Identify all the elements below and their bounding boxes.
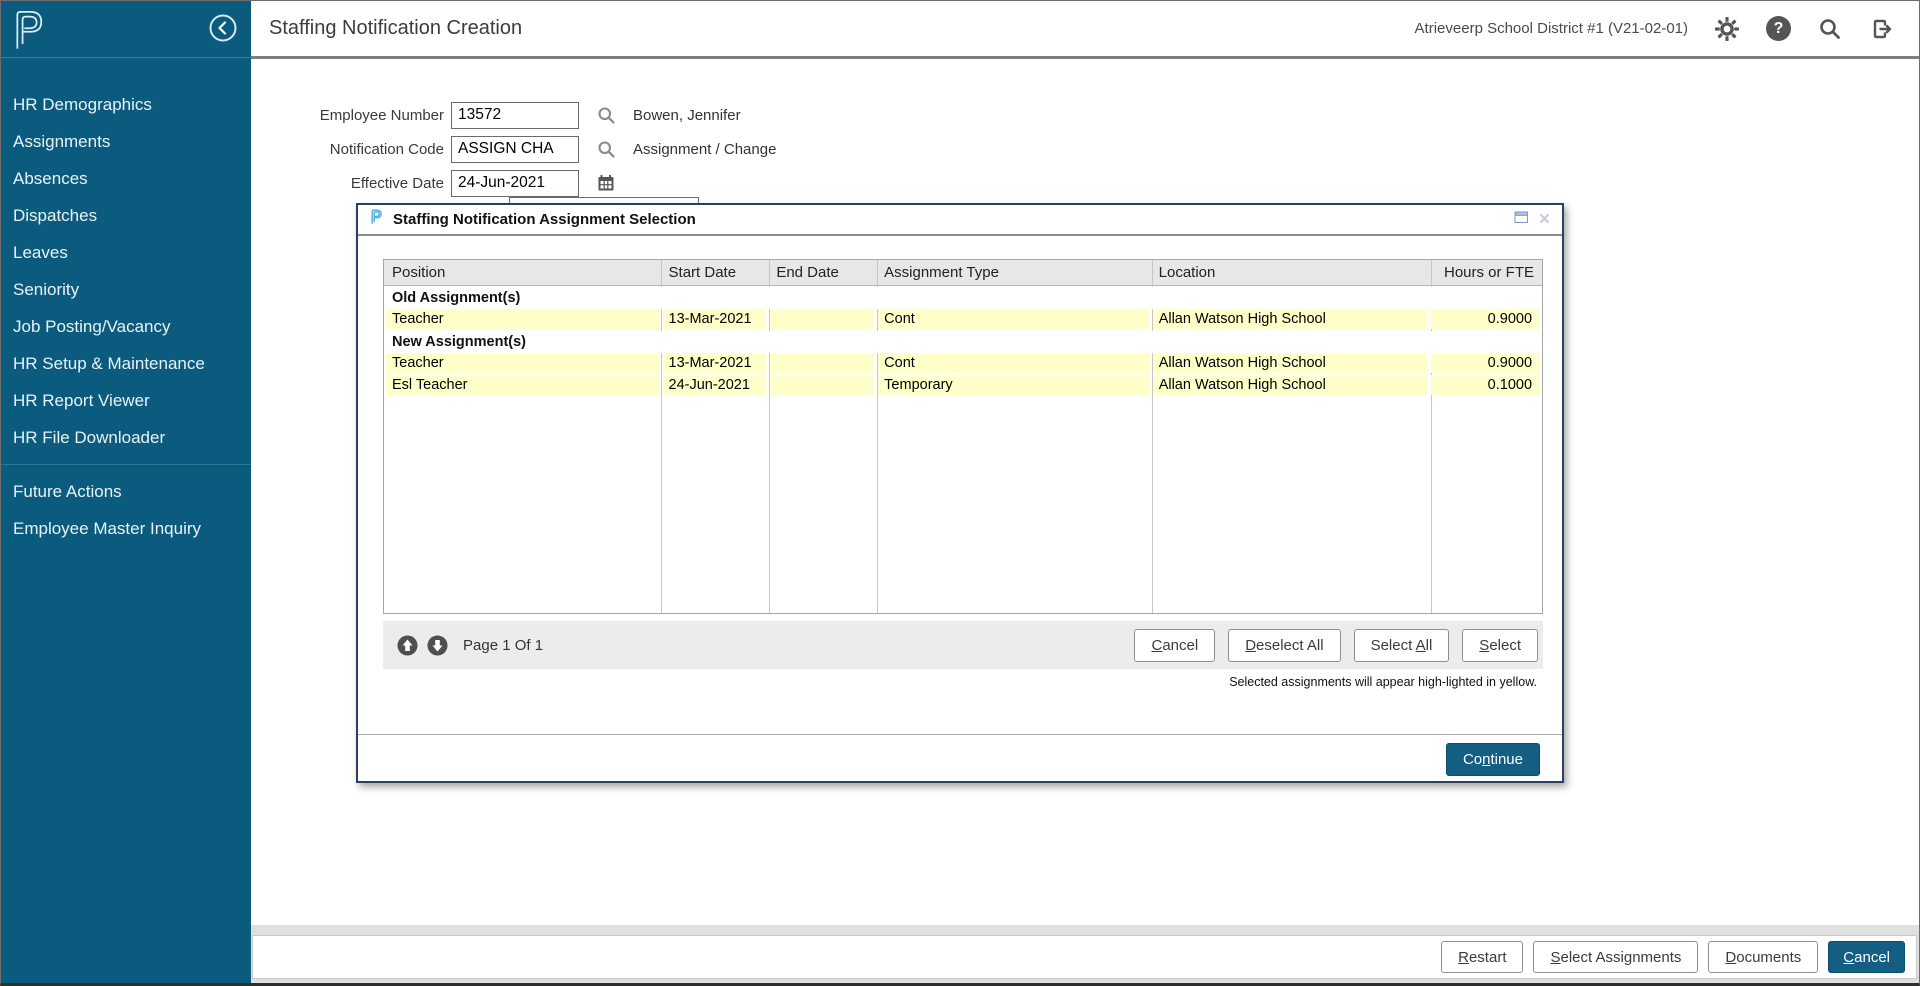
effective-date-label: Effective Date (251, 175, 451, 192)
table-cell: Temporary (876, 375, 1151, 395)
effective-date-input[interactable] (451, 170, 579, 197)
table-cell (768, 353, 876, 373)
sidebar-item-hr-file-downloader[interactable]: HR File Downloader (1, 419, 251, 456)
sidebar-item-seniority[interactable]: Seniority (1, 271, 251, 308)
sidebar-item-assignments[interactable]: Assignments (1, 123, 251, 160)
column-header-end-date: End Date (768, 260, 876, 285)
bottom-region: Restart Select Assignments Documents Can… (251, 925, 1919, 983)
deselect-all-button[interactable]: Deselect All (1228, 629, 1340, 662)
column-header-hours-fte: Hours or FTE (1429, 260, 1542, 285)
sidebar-item-dispatches[interactable]: Dispatches (1, 197, 251, 234)
sidebar-item-absences[interactable]: Absences (1, 160, 251, 197)
selection-hint: Selected assignments will appear high-li… (1229, 675, 1537, 689)
notification-code-label: Notification Code (251, 141, 451, 158)
notification-code-input[interactable] (451, 136, 579, 163)
table-header-row: Position Start Date End Date Assignment … (384, 260, 1542, 286)
page-down-icon[interactable] (427, 635, 448, 656)
page-title: Staffing Notification Creation (269, 1, 522, 56)
employee-number-input[interactable] (451, 102, 579, 129)
sidebar-item-leaves[interactable]: Leaves (1, 234, 251, 271)
table-cell: 24-Jun-2021 (661, 375, 769, 395)
sidebar-item-future-actions[interactable]: Future Actions (1, 473, 251, 510)
table-cell: Cont (876, 309, 1151, 329)
table-cell: Allan Watson High School (1151, 353, 1430, 373)
table-row[interactable]: Esl Teacher24-Jun-2021 TemporaryAllan Wat… (384, 375, 1542, 395)
sidebar-item-hr-demographics[interactable]: HR Demographics (1, 86, 251, 123)
table-group-header: Old Assignment(s) (384, 287, 1542, 309)
column-header-start-date: Start Date (661, 260, 769, 285)
dialog-footer: Continue (358, 734, 1562, 781)
cancel-workflow-button[interactable]: Cancel (1828, 941, 1905, 973)
table-row[interactable]: Teacher13-Mar-2021 ContAllan Watson High … (384, 309, 1542, 329)
table-cell: 13-Mar-2021 (661, 309, 769, 329)
documents-button[interactable]: Documents (1708, 941, 1818, 973)
sidebar-nav: HR Demographics Assignments Absences Dis… (1, 58, 251, 547)
select-button[interactable]: Select (1462, 629, 1538, 662)
table-group-header: New Assignment(s) (384, 331, 1542, 353)
header: Staffing Notification Creation Atrieveer… (251, 1, 1919, 59)
table-cell: Teacher (384, 353, 661, 373)
table-cell: Teacher (384, 309, 661, 329)
column-header-position: Position (384, 260, 661, 285)
pagination-bar: Page 1 Of 1 Cancel Deselect All Select A… (383, 621, 1543, 669)
calendar-icon[interactable] (596, 173, 616, 193)
select-assignments-button[interactable]: Select Assignments (1533, 941, 1698, 973)
gear-icon[interactable] (1714, 16, 1740, 42)
dialog-title: Staffing Notification Assignment Selecti… (393, 211, 1514, 228)
table-cell: 0.1000 (1429, 375, 1542, 395)
table-row[interactable]: Teacher13-Mar-2021 ContAllan Watson High … (384, 353, 1542, 373)
search-icon[interactable] (1817, 16, 1843, 42)
continue-button[interactable]: Continue (1446, 743, 1540, 776)
table-cell: Allan Watson High School (1151, 309, 1430, 329)
employee-name-label: Bowen, Jennifer (633, 107, 741, 124)
app-window: HR Demographics Assignments Absences Dis… (0, 0, 1920, 986)
assignment-selection-dialog: Staffing Notification Assignment Selecti… (356, 203, 1564, 783)
sidebar-item-hr-setup[interactable]: HR Setup & Maintenance (1, 345, 251, 382)
notification-code-search-icon[interactable] (596, 139, 617, 160)
notification-desc-label: Assignment / Change (633, 141, 776, 158)
page-indicator: Page 1 Of 1 (463, 637, 543, 654)
powerschool-small-logo-icon (370, 209, 383, 230)
action-bar: Restart Select Assignments Documents Can… (252, 935, 1917, 979)
table-cell: Esl Teacher (384, 375, 661, 395)
table-cell: Cont (876, 353, 1151, 373)
table-cell: 13-Mar-2021 (661, 353, 769, 373)
district-label: Atrieveerp School District #1 (V21-02-01… (1415, 20, 1688, 37)
page-up-icon[interactable] (397, 635, 418, 656)
maximize-icon[interactable] (1514, 210, 1529, 230)
table-cell (768, 309, 876, 329)
help-icon[interactable] (1766, 16, 1791, 41)
powerschool-logo-icon (11, 9, 47, 56)
sidebar-divider (1, 464, 251, 465)
sidebar-header (1, 1, 251, 58)
column-header-location: Location (1151, 260, 1430, 285)
employee-search-icon[interactable] (596, 105, 617, 126)
table-cell (768, 375, 876, 395)
employee-number-label: Employee Number (251, 107, 451, 124)
sidebar-item-hr-report-viewer[interactable]: HR Report Viewer (1, 382, 251, 419)
table-cell: 0.9000 (1429, 353, 1542, 373)
dialog-titlebar: Staffing Notification Assignment Selecti… (358, 205, 1562, 236)
sidebar: HR Demographics Assignments Absences Dis… (1, 1, 251, 983)
sidebar-item-job-posting[interactable]: Job Posting/Vacancy (1, 308, 251, 345)
restart-button[interactable]: Restart (1441, 941, 1523, 973)
assignment-table-rows: Old Assignment(s)Teacher13-Mar-2021ContA… (384, 287, 1542, 397)
sidebar-item-employee-master-inquiry[interactable]: Employee Master Inquiry (1, 510, 251, 547)
sidebar-collapse-button[interactable] (208, 13, 238, 48)
column-header-assignment-type: Assignment Type (876, 260, 1151, 285)
logout-icon[interactable] (1869, 16, 1895, 42)
select-all-button[interactable]: Select All (1354, 629, 1450, 662)
cancel-button[interactable]: Cancel (1134, 629, 1215, 662)
table-cell: Allan Watson High School (1151, 375, 1430, 395)
close-icon[interactable] (1539, 213, 1550, 227)
table-cell: 0.9000 (1429, 309, 1542, 329)
assignment-table: Position Start Date End Date Assignment … (383, 259, 1543, 614)
